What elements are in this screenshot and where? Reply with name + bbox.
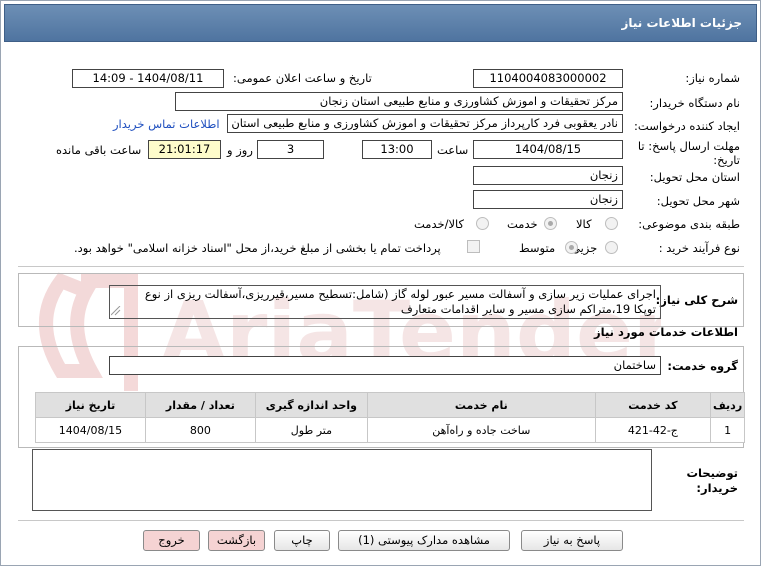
buyer-org-field[interactable]: مرکز تحقیقات و اموزش کشاورزی و منابع طبی…: [175, 92, 623, 111]
buyer-contact-link[interactable]: اطلاعات تماس خریدار: [113, 117, 220, 131]
col-quantity: تعداد / مقدار: [144, 392, 256, 418]
cell-service-name: ساخت جاده و راه‌آهن: [366, 417, 596, 443]
deadline-time-label: ساعت: [437, 143, 469, 157]
services-table: ردیف کد خدمت نام خدمت واحد اندازه گیری ت…: [35, 392, 745, 443]
need-number-field[interactable]: 1104004083000002: [473, 69, 623, 88]
category-option-goods: کالا: [576, 217, 592, 231]
category-radio-goods[interactable]: [605, 217, 618, 230]
category-option-service: خدمت: [507, 217, 538, 231]
separator-bottom: [18, 520, 744, 521]
deadline-days-field[interactable]: 3: [257, 140, 324, 159]
need-number-label: شماره نیاز:: [685, 71, 740, 85]
cell-unit: متر طول: [254, 417, 368, 443]
category-label: طبقه بندی موضوعی:: [638, 217, 740, 231]
attachments-button[interactable]: مشاهده مدارک پیوستی (1): [338, 530, 510, 551]
deadline-date-field[interactable]: 1404/08/15: [473, 140, 623, 159]
deadline-label-line1: مهلت ارسال پاسخ: تا: [637, 139, 740, 153]
requester-field[interactable]: نادر یعقوبی فرد کارپرداز مرکز تحقیقات و …: [227, 114, 623, 133]
table-row[interactable]: 1 ج-42-421 ساخت جاده و راه‌آهن متر طول 8…: [35, 417, 745, 443]
city-field[interactable]: زنجان: [473, 190, 623, 209]
category-radio-service[interactable]: [544, 217, 557, 230]
description-textarea[interactable]: اجرای عملیات زیر سازی و آسفالت مسیر عبور…: [109, 285, 661, 319]
deadline-time-field[interactable]: 13:00: [362, 140, 432, 159]
province-label: استان محل تحویل:: [649, 170, 740, 184]
service-group-label: گروه خدمت:: [667, 359, 738, 373]
province-field[interactable]: زنجان: [473, 166, 623, 185]
purchase-radio-medium[interactable]: [565, 241, 578, 254]
buyer-notes-label-line2: خریدار:: [696, 481, 738, 495]
description-line2: توپکا 19،متراکم سازی مسیر و سایر اقدامات…: [400, 302, 656, 316]
requester-label: ایجاد کننده درخواست:: [634, 119, 740, 133]
treasury-note: پرداخت تمام یا بخشی از مبلغ خرید،از محل …: [74, 241, 441, 255]
col-unit: واحد اندازه گیری: [254, 392, 368, 418]
col-service-code: کد خدمت: [594, 392, 712, 418]
separator-top: [18, 266, 744, 267]
resize-grip-icon[interactable]: [111, 306, 121, 316]
remaining-time-label: ساعت باقی مانده: [56, 143, 142, 157]
deadline-days-label: روز و: [227, 143, 253, 157]
description-line1: اجرای عملیات زیر سازی و آسفالت مسیر عبور…: [144, 287, 656, 301]
category-option-goods-service: کالا/خدمت: [414, 217, 465, 231]
cell-service-code: ج-42-421: [594, 417, 712, 443]
purchase-option-medium: متوسط: [519, 241, 556, 255]
category-radio-goods-service[interactable]: [476, 217, 489, 230]
col-need-date: تاریخ نیاز: [35, 392, 146, 418]
dialog-frame: جزئیات اطلاعات نیاز شماره نیاز: 11040040…: [0, 0, 761, 566]
services-header: اطلاعات خدمات مورد نیاز: [594, 325, 738, 339]
service-group-field[interactable]: ساختمان: [109, 356, 661, 375]
announce-datetime-label: تاریخ و ساعت اعلان عمومی:: [233, 71, 372, 85]
buyer-notes-label-line1: توضیحات: [686, 466, 739, 480]
buyer-org-label: نام دستگاه خریدار:: [649, 96, 740, 110]
cell-need-date: 1404/08/15: [35, 417, 146, 443]
description-label: شرح کلی نیاز:: [655, 293, 738, 307]
services-table-header: ردیف کد خدمت نام خدمت واحد اندازه گیری ت…: [35, 392, 745, 418]
remaining-time-field: 21:01:17: [148, 140, 221, 159]
back-button[interactable]: بازگشت: [208, 530, 265, 551]
cell-row: 1: [710, 417, 745, 443]
exit-button[interactable]: خروج: [143, 530, 200, 551]
title-bar: جزئیات اطلاعات نیاز: [4, 4, 757, 42]
purchase-radio-minor[interactable]: [605, 241, 618, 254]
buyer-notes-textarea[interactable]: [32, 449, 652, 511]
treasury-checkbox[interactable]: [467, 240, 480, 253]
col-service-name: نام خدمت: [366, 392, 596, 418]
announce-datetime-field[interactable]: 1404/08/11 - 14:09: [72, 69, 224, 88]
reply-button[interactable]: پاسخ به نیاز: [521, 530, 623, 551]
cell-quantity: 800: [144, 417, 256, 443]
city-label: شهر محل تحویل:: [656, 194, 740, 208]
purchase-type-label: نوع فرآیند خرید :: [658, 241, 740, 255]
print-button[interactable]: چاپ: [274, 530, 330, 551]
window-title: جزئیات اطلاعات نیاز: [621, 16, 742, 30]
col-row: ردیف: [710, 392, 745, 418]
deadline-label-line2: تاریخ:: [713, 153, 740, 167]
